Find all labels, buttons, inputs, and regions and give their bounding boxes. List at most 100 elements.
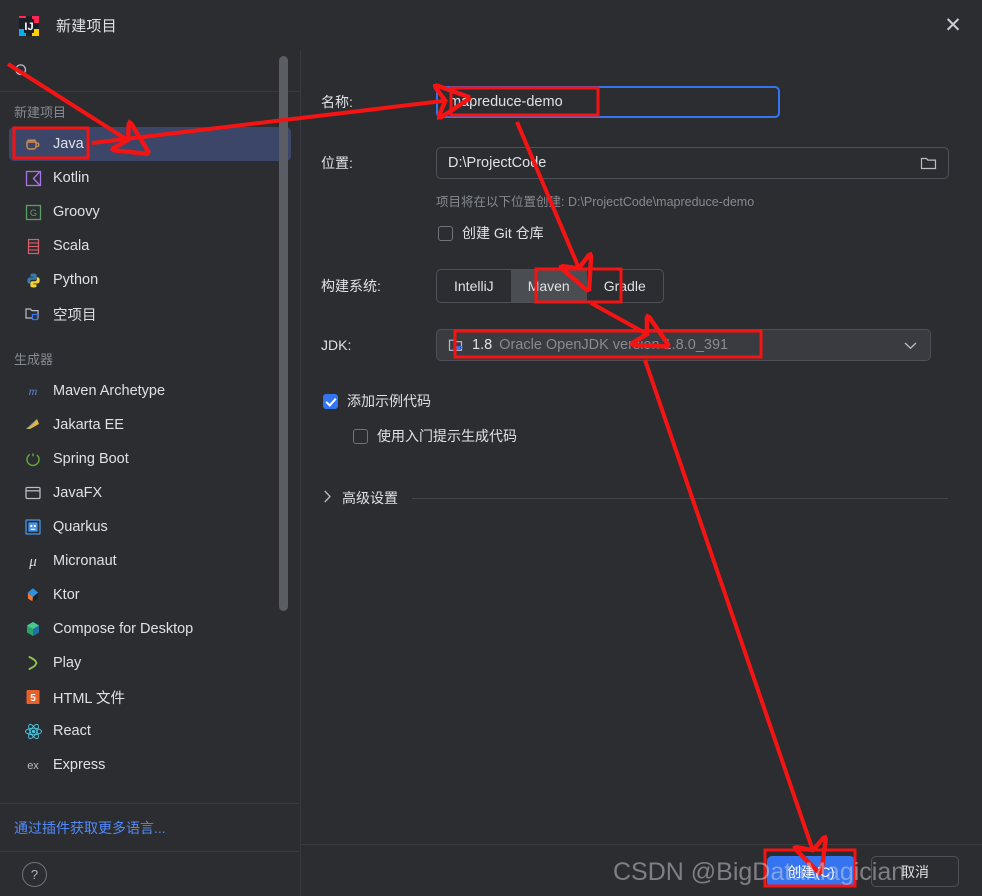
sidebar-item-label: Micronaut <box>53 553 117 569</box>
sidebar-item-react[interactable]: React <box>9 714 291 748</box>
scala-icon <box>23 236 43 256</box>
sidebar-item-label: Ktor <box>53 587 80 603</box>
svg-text:G: G <box>29 208 36 218</box>
sidebar-item-quarkus[interactable]: Quarkus <box>9 510 291 544</box>
jdk-row: JDK: 1.8 Oracle OpenJDK version 1.8.0_39… <box>321 329 931 361</box>
build-system-label: 构建系统: <box>321 278 381 294</box>
location-hint: 项目将在以下位置创建: D:\ProjectCode\mapreduce-dem… <box>436 195 755 209</box>
sidebar-item-express[interactable]: ex Express <box>9 748 291 782</box>
group-label-generators: 生成器 <box>14 352 54 367</box>
svg-text:5: 5 <box>30 693 36 704</box>
sidebar-item-java[interactable]: Java <box>9 127 291 161</box>
jdk-label: JDK: <box>321 337 352 353</box>
sidebar-item-groovy[interactable]: G Groovy <box>9 195 291 229</box>
quarkus-icon <box>23 517 43 537</box>
search-input[interactable] <box>40 62 300 80</box>
sidebar-item-maven-archetype[interactable]: m Maven Archetype <box>9 374 291 408</box>
sidebar-item-label: HTML 文件 <box>53 690 125 707</box>
advanced-settings-divider <box>412 497 948 499</box>
onboarding-label: 使用入门提示生成代码 <box>377 428 517 444</box>
sidebar-item-label: React <box>53 723 91 739</box>
name-input[interactable]: mapreduce-demo <box>436 86 780 118</box>
react-icon <box>23 721 43 741</box>
location-input[interactable]: D:\ProjectCode <box>436 147 949 179</box>
build-system-segmented-control[interactable]: IntelliJ Maven Gradle <box>436 269 664 303</box>
spring-boot-icon <box>23 449 43 469</box>
sample-code-row[interactable]: 添加示例代码 <box>323 391 431 411</box>
sidebar-item-label: Quarkus <box>53 519 108 535</box>
folder-icon[interactable] <box>920 156 948 171</box>
sidebar-item-label: Spring Boot <box>53 451 129 467</box>
sidebar-item-label: JavaFX <box>53 485 103 501</box>
jdk-vendor: Oracle OpenJDK version 1.8.0_391 <box>499 337 729 353</box>
name-row: 名称: mapreduce-demo <box>321 86 780 118</box>
location-label: 位置: <box>321 155 353 171</box>
sidebar-item-ktor[interactable]: Ktor <box>9 578 291 612</box>
svg-text:IJ: IJ <box>24 21 33 33</box>
window-title-bar: IJ 新建项目 ✕ <box>0 0 982 52</box>
sidebar-item-micronaut[interactable]: μ Micronaut <box>9 544 291 578</box>
add-sample-code-checkbox[interactable] <box>323 393 338 409</box>
sidebar-item-label: 空项目 <box>53 307 97 324</box>
sidebar-item-label: Jakarta EE <box>53 417 124 433</box>
sidebar-item-label: Groovy <box>53 204 100 220</box>
html5-icon: 5 <box>23 687 43 707</box>
sidebar-item-html-file[interactable]: 5 HTML 文件 <box>9 680 291 714</box>
build-system-option-intellij[interactable]: IntelliJ <box>437 270 511 302</box>
sidebar: 新建项目 Java Kotlin G Groovy Scala Python 空… <box>0 51 301 896</box>
sidebar-item-empty-project[interactable]: 空项目 <box>9 297 291 331</box>
sidebar-item-javafx[interactable]: JavaFX <box>9 476 291 510</box>
build-system-option-maven[interactable]: Maven <box>510 270 587 302</box>
location-row: 位置: D:\ProjectCode <box>321 147 949 179</box>
advanced-settings-row[interactable]: 高级设置 <box>323 488 948 508</box>
build-system-option-gradle[interactable]: Gradle <box>587 270 663 302</box>
watermark: CSDN @BigDataMagician <box>613 858 906 886</box>
sidebar-item-play[interactable]: Play <box>9 646 291 680</box>
maven-icon: m <box>23 381 43 401</box>
sidebar-item-spring-boot[interactable]: Spring Boot <box>9 442 291 476</box>
sidebar-item-label: Maven Archetype <box>53 383 166 399</box>
sample-code-label: 添加示例代码 <box>347 393 431 409</box>
window-title: 新建项目 <box>56 18 117 35</box>
sidebar-item-jakarta-ee[interactable]: Jakarta EE <box>9 408 291 442</box>
git-repository-checkbox[interactable] <box>438 225 453 241</box>
express-icon: ex <box>23 755 43 775</box>
javafx-icon <box>23 483 43 503</box>
get-more-languages-link[interactable]: 通过插件获取更多语言... <box>14 818 166 838</box>
sidebar-item-scala[interactable]: Scala <box>9 229 291 263</box>
python-icon <box>23 270 43 290</box>
chevron-right-icon <box>323 490 332 506</box>
sidebar-scrollbar[interactable] <box>279 56 288 611</box>
group-label-new-project: 新建项目 <box>14 105 67 120</box>
search-row[interactable] <box>0 51 300 92</box>
close-icon[interactable]: ✕ <box>924 0 982 51</box>
sidebar-item-label: Python <box>53 272 99 288</box>
onboarding-row[interactable]: 使用入门提示生成代码 <box>353 426 517 446</box>
sidebar-item-python[interactable]: Python <box>9 263 291 297</box>
ktor-icon <box>23 585 43 605</box>
chevron-down-icon[interactable] <box>904 341 930 350</box>
jdk-folder-icon <box>448 338 465 353</box>
play-icon <box>23 653 43 673</box>
sidebar-item-kotlin[interactable]: Kotlin <box>9 161 291 195</box>
sidebar-item-label: Compose for Desktop <box>53 621 194 637</box>
project-type-list: 新建项目 Java Kotlin G Groovy Scala Python 空… <box>0 92 300 804</box>
location-value: D:\ProjectCode <box>448 155 547 171</box>
jdk-version: 1.8 <box>472 337 493 353</box>
project-settings-form: 名称: mapreduce-demo 位置: D:\ProjectCode 项目… <box>301 51 982 845</box>
onboarding-tips-checkbox[interactable] <box>353 428 368 444</box>
compose-icon <box>23 619 43 639</box>
help-icon[interactable]: ? <box>22 861 47 887</box>
sidebar-item-label: Scala <box>53 238 90 254</box>
java-coffee-icon <box>23 134 43 154</box>
build-system-row: 构建系统: IntelliJ Maven Gradle <box>321 269 664 303</box>
sidebar-item-label: Play <box>53 655 82 671</box>
name-label: 名称: <box>321 94 353 110</box>
sidebar-item-compose-for-desktop[interactable]: Compose for Desktop <box>9 612 291 646</box>
sidebar-item-label: Kotlin <box>53 170 90 186</box>
jdk-dropdown[interactable]: 1.8 Oracle OpenJDK version 1.8.0_391 <box>436 329 931 361</box>
git-checkbox-row[interactable]: 创建 Git 仓库 <box>438 223 544 243</box>
micronaut-icon: μ <box>23 551 43 571</box>
advanced-settings-label: 高级设置 <box>342 490 398 506</box>
empty-project-icon <box>23 304 43 324</box>
